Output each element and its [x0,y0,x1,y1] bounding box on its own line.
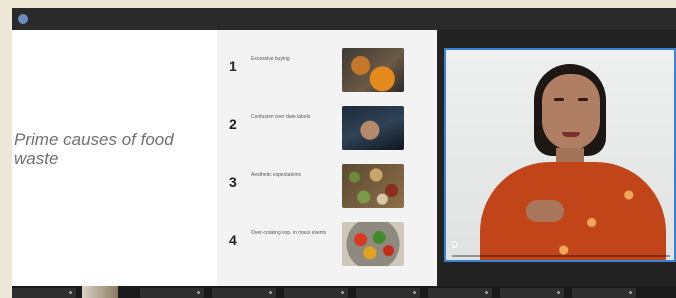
meeting-window: Prime causes of food waste 1 Excessive b… [12,8,676,298]
title-bar [12,8,676,30]
more-icon [557,291,560,294]
cause-label: Over-cooking esp. in mass events [251,230,327,236]
person-body [480,162,666,260]
more-icon [629,291,632,294]
food-photo-pumpkin [342,48,404,92]
cause-item-1: 1 Excessive buying [217,44,437,94]
more-icon [69,291,72,294]
cause-number: 1 [229,58,237,74]
strip-tile[interactable] [284,288,348,298]
food-photo-salad [342,222,404,266]
food-photo-hands [342,106,404,150]
strip-tile[interactable] [12,288,76,298]
more-icon [485,291,488,294]
causes-panel: 1 Excessive buying 2 Confusion over date… [217,30,437,286]
mic-icon [452,241,457,248]
food-photo-grains [342,164,404,208]
person-mouth [562,132,580,137]
slide-title: Prime causes of food waste [14,130,174,168]
cause-number: 4 [229,232,237,248]
participant-name [452,255,670,257]
cause-item-3: 3 Aesthetic expectations [217,160,437,210]
cause-item-4: 4 Over-cooking esp. in mass events [217,218,437,268]
strip-tile[interactable] [428,288,492,298]
cause-number: 3 [229,174,237,190]
cause-item-2: 2 Confusion over date labels [217,102,437,152]
person-eye-right [578,98,588,101]
strip-tile[interactable] [572,288,636,298]
strip-thumbnail[interactable] [82,286,118,298]
strip-tile[interactable] [212,288,276,298]
app-icon [18,14,28,24]
cause-number: 2 [229,116,237,132]
more-icon [413,291,416,294]
more-icon [341,291,344,294]
strip-tile[interactable] [500,288,564,298]
person-hand [526,200,564,222]
participant-strip [12,286,676,298]
cause-label: Confusion over date labels [251,114,311,120]
cause-label: Excessive buying [251,56,290,62]
person-eye-left [554,98,564,101]
more-icon [269,291,272,294]
more-icon [197,291,200,294]
person-face [542,74,600,150]
strip-tile[interactable] [356,288,420,298]
shared-slide: Prime causes of food waste 1 Excessive b… [12,30,437,286]
strip-tile[interactable] [140,288,204,298]
cause-label: Aesthetic expectations [251,172,302,178]
participant-video-tile[interactable] [444,48,676,262]
